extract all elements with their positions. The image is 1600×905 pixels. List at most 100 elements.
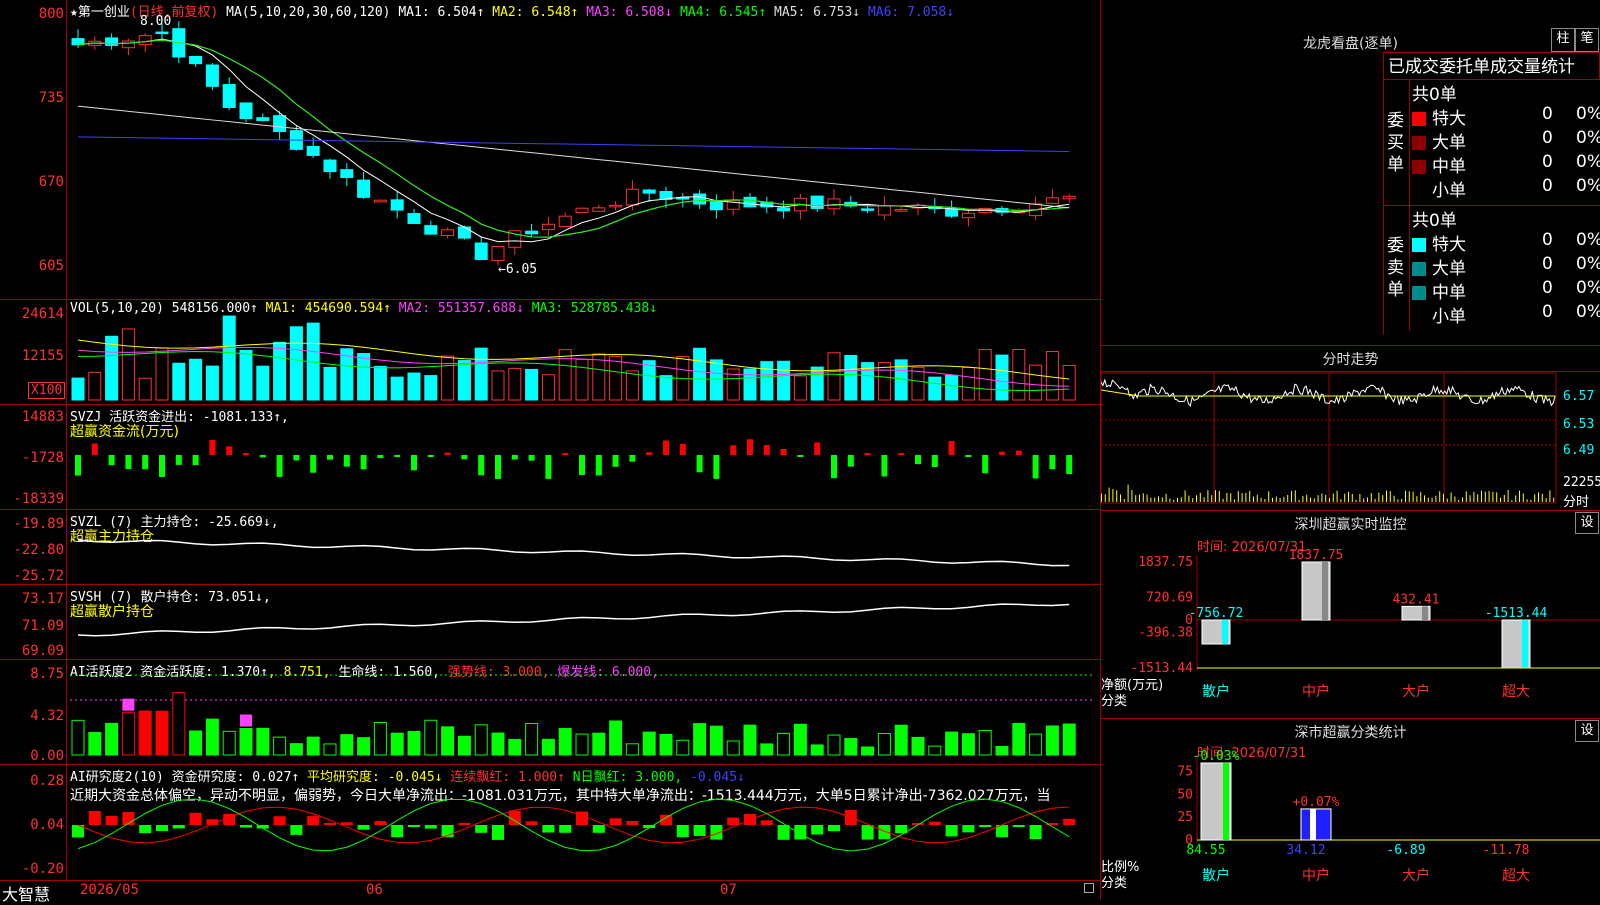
volume-bar — [457, 360, 471, 401]
activity-bar — [995, 745, 1009, 756]
ai-research-panel[interactable]: 0.28 0.04 -0.20 AI研究度2(10) 资金研究度: 0.027↑… — [0, 765, 1100, 880]
svzj-panel[interactable]: 14883 -1728 -18339 SVZJ 活跃资金进出: -1081.13… — [0, 405, 1100, 510]
order-count: 0 — [1542, 128, 1553, 148]
intraday-vol-bar — [1538, 492, 1539, 502]
intraday-vol-bar — [1177, 497, 1178, 502]
volume-bar — [256, 365, 270, 401]
intraday-vol-bar — [1507, 490, 1509, 502]
intraday-vol-bar — [1306, 494, 1308, 502]
lock-icon[interactable] — [1084, 883, 1094, 893]
svzl-chart[interactable] — [0, 510, 1100, 585]
activity-bar — [777, 732, 791, 756]
volume-bar — [508, 367, 522, 401]
bar-mode-button[interactable]: 柱 — [1551, 28, 1575, 52]
order-type: 小单 — [1432, 181, 1466, 201]
order-pct: 0% — [1576, 230, 1600, 250]
activity-bar — [323, 743, 337, 756]
flow-bar — [747, 439, 753, 455]
candle-body — [945, 208, 959, 217]
tick-mode-button[interactable]: 笔 — [1575, 28, 1599, 52]
volume-chart[interactable] — [0, 300, 1100, 405]
intraday-vol-bar — [1412, 491, 1414, 502]
intraday-vol-bar — [1123, 499, 1125, 502]
order-count: 0 — [1542, 176, 1553, 196]
volume-bar — [239, 349, 253, 401]
volume-bar — [71, 377, 85, 401]
intraday-vol-bar — [1146, 494, 1148, 502]
candlestick-chart[interactable] — [0, 0, 1100, 300]
classify-category: 散户 — [1202, 867, 1230, 884]
intraday-vol-bar — [1481, 490, 1482, 502]
svzj-chart[interactable] — [0, 405, 1100, 510]
intraday-vol-bar — [1188, 495, 1190, 502]
candle-body — [625, 188, 639, 206]
candle-body — [306, 145, 320, 156]
color-swatch — [1412, 160, 1426, 174]
buy-total: 共0单 — [1412, 85, 1457, 105]
activity-bar — [273, 736, 287, 756]
order-row: 大单 0 0% — [1412, 254, 1600, 279]
research-bar — [1012, 825, 1025, 827]
activity-bar — [642, 731, 656, 756]
candle-body — [256, 117, 270, 121]
candle-body — [743, 196, 757, 208]
research-bar — [626, 820, 639, 825]
volume-bar — [1029, 364, 1043, 401]
intraday-chart[interactable] — [1101, 345, 1600, 510]
candle-panel[interactable]: 800 735 670 605 ★第一创业(日线,前复权) MA(5,10,20… — [0, 0, 1100, 300]
candle-body — [357, 179, 371, 198]
candle-body — [189, 55, 203, 65]
ai-research-chart[interactable] — [0, 765, 1100, 880]
classify-bottom-value: -11.78 — [1483, 843, 1530, 858]
candle-body — [205, 64, 219, 87]
monitor-chart[interactable]: 1837.75720.690-396.38-1513.44-756.72散户18… — [1101, 510, 1600, 718]
svsh-chart[interactable] — [0, 585, 1100, 660]
activity-bar — [407, 731, 421, 756]
order-type: 大单 — [1432, 259, 1466, 279]
main-position-line — [77, 539, 1070, 567]
flow-bar — [444, 452, 451, 455]
ai-activity-chart[interactable] — [0, 660, 1100, 765]
order-row: 小单 0 0% — [1412, 176, 1600, 201]
flow-bar — [75, 455, 81, 476]
flow-bar — [394, 455, 401, 457]
volume-bar — [105, 335, 119, 401]
retail-position-line — [77, 603, 1070, 637]
svsh-panel[interactable]: 73.17 71.09 69.09 SVSH (7) 散户持仓: 73.051↓… — [0, 585, 1100, 660]
activity-bar — [978, 730, 992, 756]
candle-body — [373, 199, 387, 203]
candle-body — [340, 169, 354, 178]
volume-bar — [222, 315, 236, 401]
activity-bar — [659, 733, 673, 756]
volume-bar — [289, 326, 303, 401]
flow-bar — [847, 455, 854, 467]
order-pct: 0% — [1576, 128, 1600, 148]
order-row: 特大 0 0% — [1412, 230, 1600, 255]
activity-bar — [474, 724, 488, 756]
flow-bar — [293, 455, 300, 461]
flow-bar — [108, 455, 115, 466]
volume-bar — [877, 362, 891, 401]
x-label-may: 2026/05 — [80, 882, 140, 898]
ai-activity-panel[interactable]: 8.75 4.32 0.00 AI活跃度2 资金活跃度: 1.370↑, 8.7… — [0, 660, 1100, 765]
svzl-panel[interactable]: -19.89 -22.80 -25.72 SVZL (7) 主力持仓: -25.… — [0, 510, 1100, 585]
activity-bar — [760, 743, 774, 756]
volume-panel[interactable]: 24614 12155 X100 VOL(5,10,20) 548156.000… — [0, 300, 1100, 405]
activity-bar — [1029, 733, 1043, 756]
order-type: 大单 — [1432, 133, 1466, 153]
research-bar — [240, 825, 252, 828]
monitor-bar-shade — [1222, 620, 1228, 644]
classify-ytick: 50 — [1177, 787, 1193, 802]
intraday-vol-bar — [1112, 489, 1114, 502]
monitor-ytick: -1513.44 — [1130, 661, 1193, 676]
intraday-vol-bar — [1500, 497, 1501, 502]
intraday-vol-bar — [1158, 496, 1159, 502]
volume-bar — [1045, 350, 1059, 401]
intraday-panel[interactable]: 分时走势 6.57 6.53 6.49 22255 分时 — [1101, 345, 1600, 511]
volume-bar — [760, 361, 774, 401]
flow-bar — [343, 455, 350, 467]
volume-bar — [390, 376, 404, 401]
volume-bar — [474, 347, 488, 401]
candle-body — [961, 212, 975, 219]
classify-chart[interactable]: 7550250-0.03%+0.07%84.55散户34.12中户-6.89大户… — [1101, 718, 1600, 900]
